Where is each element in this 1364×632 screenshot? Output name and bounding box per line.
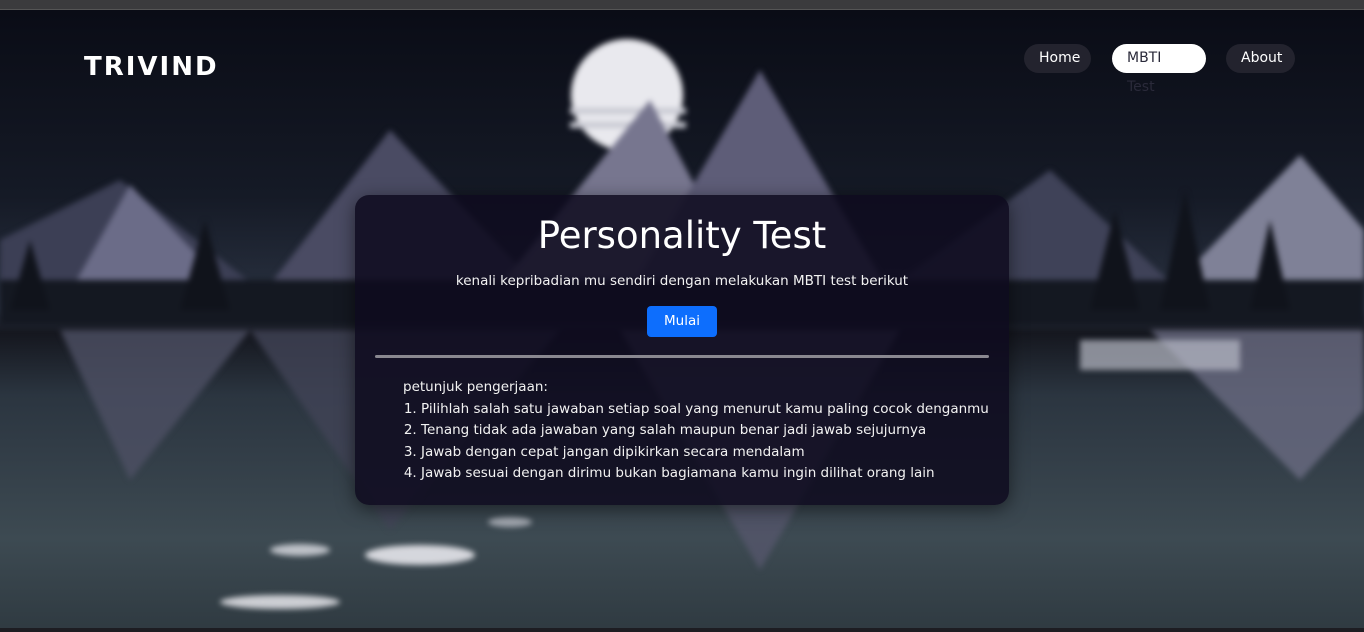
instructions: petunjuk pengerjaan: Pilihlah salah satu… bbox=[403, 377, 989, 485]
instructions-heading: petunjuk pengerjaan: bbox=[403, 379, 548, 395]
divider bbox=[375, 355, 989, 358]
instructions-list: Pilihlah salah satu jawaban setiap soal … bbox=[403, 399, 989, 485]
browser-top-strip bbox=[0, 0, 1364, 10]
start-button[interactable]: Mulai bbox=[647, 306, 717, 337]
instruction-item: Jawab sesuai dengan dirimu bukan bagiama… bbox=[421, 463, 989, 485]
nav-about-link[interactable]: About bbox=[1226, 44, 1295, 73]
nav-home-link[interactable]: Home bbox=[1024, 44, 1091, 73]
brand-logo[interactable]: TRIVIND bbox=[84, 52, 219, 82]
instruction-item: Jawab dengan cepat jangan dipikirkan sec… bbox=[421, 442, 989, 464]
instruction-item: Pilihlah salah satu jawaban setiap soal … bbox=[421, 399, 989, 421]
instruction-item: Tenang tidak ada jawaban yang salah maup… bbox=[421, 420, 989, 442]
personality-test-card: Personality Test kenali kepribadian mu s… bbox=[355, 195, 1009, 505]
nav-mbti-test-link[interactable]: MBTI Test bbox=[1112, 44, 1206, 95]
card-subtitle: kenali kepribadian mu sendiri dengan mel… bbox=[455, 273, 909, 289]
card-title: Personality Test bbox=[537, 214, 827, 257]
taskbar-strip bbox=[0, 628, 1364, 632]
